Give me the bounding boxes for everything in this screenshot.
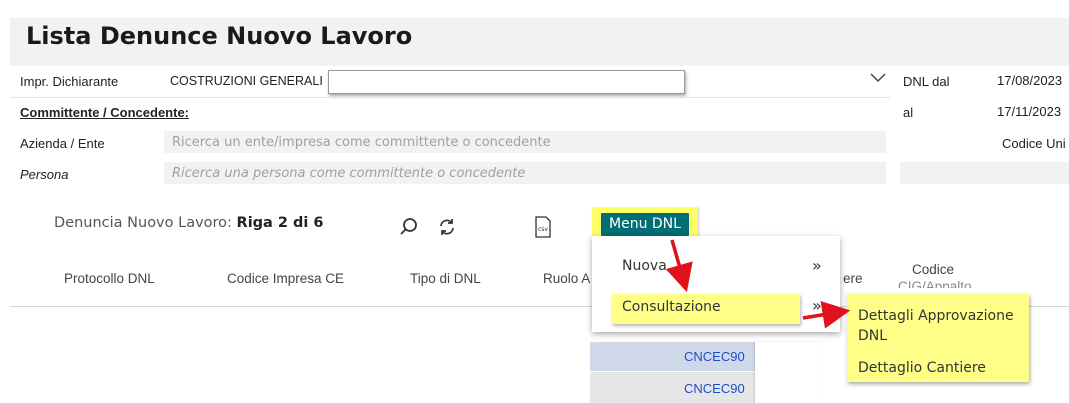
arrow-to-submenu bbox=[802, 300, 851, 329]
arrow-to-consultazione bbox=[665, 239, 693, 293]
annotation-arrows bbox=[665, 239, 851, 329]
